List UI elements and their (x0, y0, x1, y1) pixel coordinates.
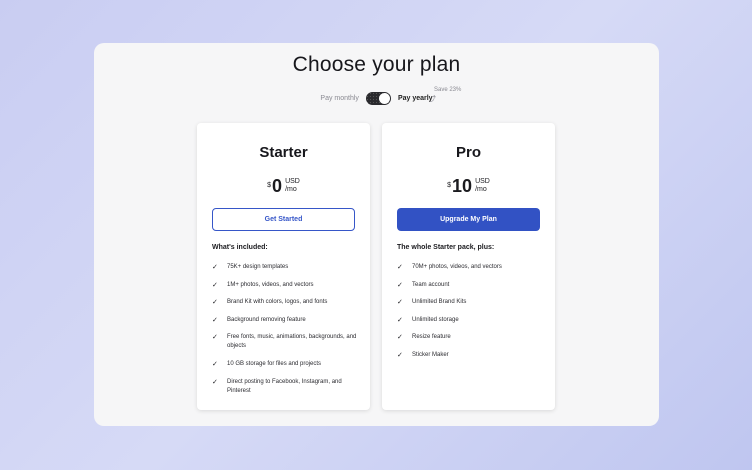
price-period: /mo (475, 186, 487, 193)
included-heading: What's included: (212, 244, 268, 251)
check-icon: ✓ (212, 281, 218, 289)
feature-text: Unlimited storage (412, 316, 459, 323)
check-icon: ✓ (397, 334, 403, 342)
check-icon: ✓ (212, 378, 218, 386)
feature-list: ✓ 70M+ photos, videos, and vectors ✓ Team … (397, 263, 547, 369)
list-item: ✓ Sticker Maker (397, 351, 547, 360)
price-currency-code: USD (475, 178, 490, 185)
included-heading: The whole Starter pack, plus: (397, 244, 495, 251)
plan-name: Pro (455, 144, 481, 161)
check-icon: ✓ (397, 316, 403, 324)
list-item: ✓ Direct posting to Facebook, Instagram, … (212, 378, 362, 396)
curved-arrow-icon: ⤴ (429, 96, 436, 103)
currency-symbol: $ (447, 182, 452, 189)
feature-list: ✓ 75K+ design templates ✓ 1M+ photos, vide… (212, 263, 362, 404)
list-item: ✓ 75K+ design templates (212, 263, 362, 272)
switch-knob (378, 92, 390, 104)
plan-price: $ 10 USD /mo (382, 176, 555, 196)
price-unit: USD /mo (285, 178, 300, 194)
check-icon: ✓ (212, 360, 218, 368)
list-item: ✓ Team account (397, 281, 547, 290)
check-icon: ✓ (212, 264, 218, 271)
plan-card-starter: Starter $ 0 USD /mo Get Started What's i… (197, 123, 370, 410)
upgrade-plan-button[interactable]: Upgrade My Plan (397, 208, 540, 231)
feature-text: Free fonts, music, animations, backgroun… (227, 334, 357, 350)
price-amount: 0 (272, 176, 283, 196)
get-started-button[interactable]: Get Started (212, 208, 355, 231)
feature-text: Sticker Maker (412, 351, 449, 358)
plan-name: Starter (259, 144, 308, 161)
price-currency-code: USD (285, 178, 300, 185)
currency-symbol: $ (267, 182, 272, 189)
billing-toggle-row: Pay monthly Pay yearly (94, 90, 659, 106)
price-amount: 10 (452, 176, 473, 196)
feature-text: 70M+ photos, videos, and vectors (412, 264, 502, 270)
check-icon: ✓ (397, 299, 403, 307)
list-item: ✓ Brand Kit with colors, logos, and fonts (212, 298, 362, 307)
check-icon: ✓ (397, 264, 403, 271)
save-badge: Save 23% (434, 87, 462, 93)
billing-period-switch[interactable] (365, 91, 391, 105)
pay-yearly-label[interactable]: Pay yearly (398, 95, 433, 102)
list-item: ✓ 10 GB storage for files and projects (212, 360, 362, 369)
page-title: Choose your plan (292, 53, 461, 76)
pricing-panel: Choose your plan Pay monthly Pay yearly … (94, 43, 659, 426)
check-icon: ✓ (397, 351, 403, 359)
pay-monthly-label[interactable]: Pay monthly (320, 95, 359, 102)
check-icon: ✓ (212, 299, 218, 307)
feature-text: Resize feature (412, 334, 451, 341)
feature-text: Background removing feature (227, 316, 306, 323)
list-item: ✓ 70M+ photos, videos, and vectors (397, 263, 547, 272)
price-period: /mo (285, 186, 297, 193)
list-item: ✓ 1M+ photos, videos, and vectors (212, 281, 362, 290)
feature-text: Brand Kit with colors, logos, and fonts (227, 299, 328, 306)
feature-text: Direct posting to Facebook, Instagram, a… (227, 378, 342, 394)
check-icon: ✓ (397, 281, 403, 289)
feature-text: 75K+ design templates (227, 264, 289, 270)
list-item: ✓ Background removing feature (212, 316, 362, 325)
list-item: ✓ Free fonts, music, animations, backgrou… (212, 333, 362, 351)
list-item: ✓ Resize feature (397, 333, 547, 342)
list-item: ✓ Unlimited Brand Kits (397, 298, 547, 307)
check-icon: ✓ (212, 316, 218, 324)
feature-text: Unlimited Brand Kits (412, 299, 467, 306)
feature-text: 10 GB storage for files and projects (227, 360, 322, 367)
check-icon: ✓ (212, 334, 218, 342)
price-unit: USD /mo (475, 178, 490, 194)
plan-price: $ 0 USD /mo (197, 176, 370, 196)
feature-text: Team account (412, 281, 450, 288)
plan-card-pro: Pro $ 10 USD /mo Upgrade My Plan The who… (382, 123, 555, 410)
list-item: ✓ Unlimited storage (397, 316, 547, 325)
feature-text: 1M+ photos, videos, and vectors (227, 281, 314, 288)
